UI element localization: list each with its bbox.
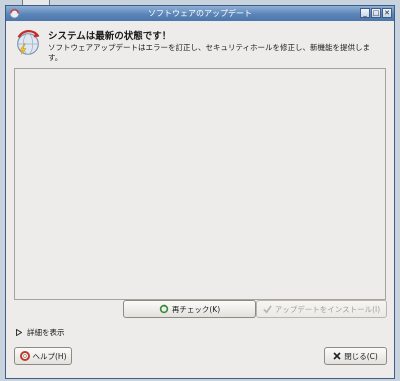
help-label: ヘルプ(H)	[32, 351, 67, 361]
status-description: ソフトウェアアップデートはエラーを訂正し、セキュリティホールを修正し、新機能を提…	[48, 43, 371, 62]
expander-arrow-icon	[16, 329, 22, 336]
refresh-icon	[159, 304, 169, 314]
minimize-button[interactable]: _	[360, 8, 370, 18]
recheck-label: 再チェック(K)	[171, 304, 221, 314]
title-bar[interactable]: ソフトウェアのアップデート _ □ ✕	[6, 6, 394, 21]
checkmark-icon	[263, 304, 272, 313]
install-label: アップデートをインストール(I)	[274, 304, 381, 314]
maximize-button[interactable]: □	[371, 8, 381, 18]
window-controls: _ □ ✕	[360, 8, 392, 18]
details-expander[interactable]: 詳細を表示	[16, 327, 65, 338]
globe-update-icon	[17, 29, 40, 55]
update-manager-window: ソフトウェアのアップデート _ □ ✕ システムは最新の状態です！ ソフトウェア…	[5, 5, 395, 379]
close-icon	[333, 352, 341, 360]
details-label: 詳細を表示	[27, 328, 65, 337]
recheck-button[interactable]: 再チェック(K)	[123, 300, 256, 318]
app-icon	[9, 8, 20, 19]
status-heading: システムは最新の状態です！	[48, 31, 172, 42]
close-window-button[interactable]: ✕	[382, 8, 392, 18]
updates-list[interactable]	[14, 68, 386, 300]
window-title: ソフトウェアのアップデート	[148, 9, 252, 18]
install-updates-button[interactable]: アップデートをインストール(I)	[256, 300, 387, 318]
close-label: 閉じる(C)	[344, 351, 378, 361]
help-lifebuoy-icon	[19, 351, 30, 361]
help-button[interactable]: ヘルプ(H)	[14, 347, 72, 365]
close-button[interactable]: 閉じる(C)	[324, 347, 387, 365]
